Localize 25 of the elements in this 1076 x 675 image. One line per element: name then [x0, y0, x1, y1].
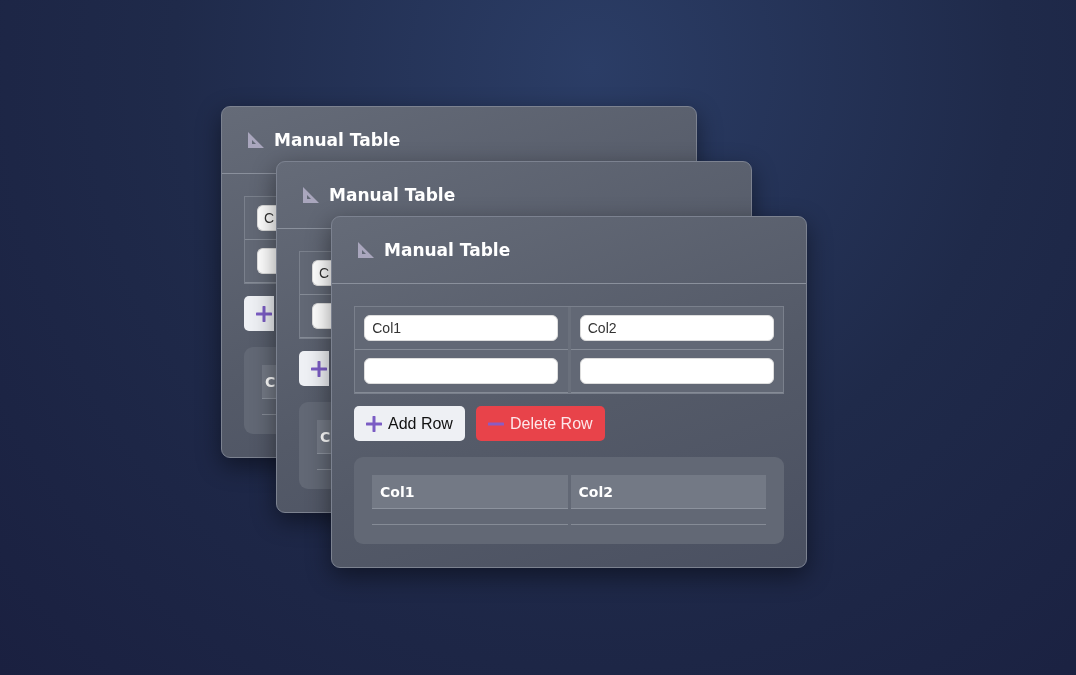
input-field[interactable]: Col2 [579, 315, 774, 341]
plus-icon [256, 305, 272, 322]
ruler-icon [357, 241, 375, 259]
add-row-button[interactable]: Add Row [354, 406, 465, 441]
input-field[interactable] [312, 303, 332, 329]
input-field[interactable]: C [257, 205, 277, 231]
table-header-cell: C [317, 420, 331, 454]
input-field[interactable] [257, 248, 277, 274]
minus-icon [487, 421, 504, 426]
add-row-button[interactable] [299, 351, 329, 386]
add-row-button[interactable] [244, 296, 274, 331]
input-field[interactable]: C [312, 260, 332, 286]
window-title: Manual Table [384, 240, 511, 260]
table-header-cell: Col1 [372, 475, 568, 509]
input-field[interactable] [364, 358, 559, 384]
table-header-cell: Col2 [570, 475, 766, 509]
input-field[interactable] [579, 358, 774, 384]
window-title: Manual Table [274, 130, 401, 150]
input-field[interactable]: Col1 [364, 315, 559, 341]
ruler-icon [302, 186, 320, 204]
table-header-cell: C [262, 365, 276, 399]
ruler-icon [247, 131, 265, 149]
plus-icon [311, 360, 327, 377]
plus-icon [366, 415, 382, 432]
window-title: Manual Table [329, 185, 456, 205]
